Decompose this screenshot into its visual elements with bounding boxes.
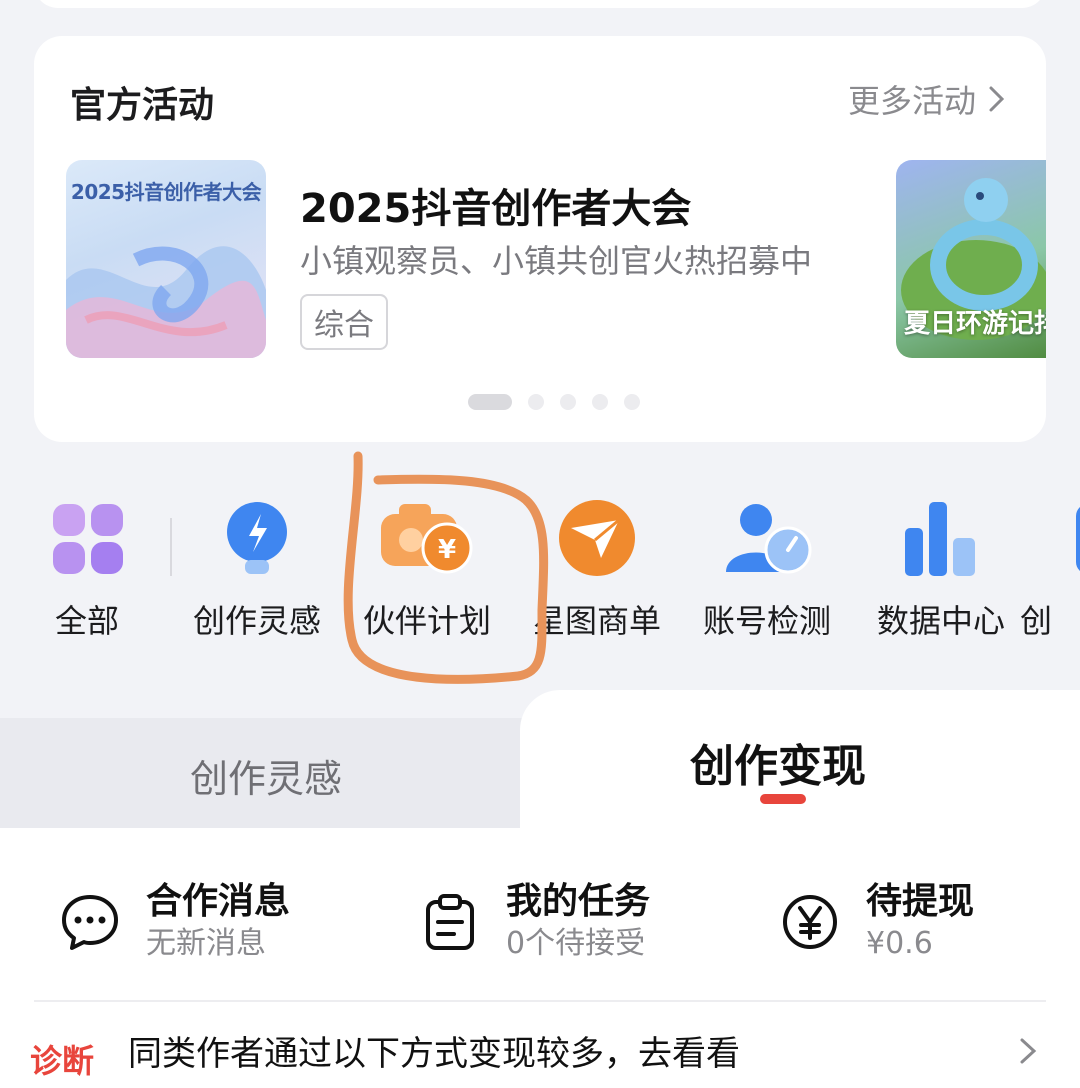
banner-subtitle: 小镇观察员、小镇共创官火热招募中	[300, 242, 813, 280]
more-activities-link[interactable]: 更多活动	[848, 76, 1006, 122]
account-check-icon	[726, 504, 812, 574]
diagnosis-tip-row[interactable]: 诊断 同类作者通过以下方式变现较多，去看看	[0, 1012, 1080, 1082]
chat-bubble-icon	[62, 895, 118, 950]
official-activities-card: 官方活动 更多活动 2025抖音创作者大会 2025抖音创作者大会 小镇观察员、…	[34, 36, 1046, 442]
banner-category-tag: 综合	[300, 294, 388, 350]
tool-creative-inspiration[interactable]: 创作灵感	[172, 498, 342, 642]
tool-data-center[interactable]: 数据中心	[856, 498, 1026, 642]
clipboard-icon	[426, 894, 474, 950]
partial-tool-icon	[1076, 507, 1080, 571]
carousel-dot[interactable]	[560, 394, 576, 410]
stat-title: 待提现	[866, 881, 975, 922]
stat-my-tasks[interactable]: 我的任务 0个待接受	[420, 880, 650, 964]
yen-circle-icon	[783, 895, 837, 949]
grid-icon	[53, 504, 123, 574]
content-tabs: 创作灵感 创作变现	[0, 690, 1080, 830]
star-map-icon	[559, 500, 635, 576]
tool-partial[interactable]: 创	[1020, 498, 1080, 642]
tool-account-check[interactable]: 账号检测	[682, 498, 852, 642]
tab-creative-inspiration[interactable]: 创作灵感	[190, 748, 342, 803]
carousel-pagination	[468, 394, 640, 410]
tool-label: 数据中心	[876, 602, 1005, 640]
carousel-dot[interactable]	[624, 394, 640, 410]
tool-label: 全部	[54, 602, 119, 640]
active-tab-indicator	[760, 794, 806, 804]
tools-divider	[170, 518, 172, 576]
stat-title: 合作消息	[146, 881, 291, 922]
previous-card-edge	[34, 0, 1046, 8]
tab-creative-monetization[interactable]: 创作变现	[690, 730, 866, 794]
stat-subtitle: ¥0.6	[866, 926, 933, 961]
next-banner-thumbnail[interactable]: 夏日环游记抖	[896, 160, 1046, 358]
next-banner-caption: 夏日环游记抖	[904, 309, 1046, 339]
tool-all[interactable]: 全部	[2, 498, 172, 642]
panel-divider	[34, 1000, 1046, 1002]
stat-pending-withdrawal[interactable]: 待提现 ¥0.6	[780, 880, 974, 964]
banner-title[interactable]: 2025抖音创作者大会	[300, 176, 691, 234]
carousel-dot[interactable]	[592, 394, 608, 410]
diagnosis-badge: 诊断	[30, 1042, 95, 1080]
tool-label: 创作灵感	[192, 602, 321, 640]
more-activities-label: 更多活动	[847, 82, 976, 120]
chevron-right-icon	[1020, 1038, 1037, 1064]
chevron-right-icon	[989, 86, 1005, 112]
monetization-panel: 合作消息 无新消息 我的任务 0个待接受 待提现 ¥0.6 诊断 同类作者通过以…	[0, 828, 1080, 1088]
lightbulb-icon	[227, 502, 287, 574]
carousel-dot[interactable]	[528, 394, 544, 410]
section-title: 官方活动	[70, 85, 215, 126]
wave-artwork-icon	[66, 246, 266, 358]
stat-title: 我的任务	[506, 881, 651, 922]
hand-drawn-circle-annotation	[343, 451, 549, 684]
stat-subtitle: 无新消息	[146, 926, 266, 961]
carousel-dot-active[interactable]	[468, 394, 512, 410]
banner-thumbnail[interactable]: 2025抖音创作者大会	[66, 160, 266, 358]
tool-label: 账号检测	[702, 602, 831, 640]
tool-label: 创	[1020, 602, 1053, 640]
bar-chart-icon	[905, 502, 975, 576]
diagnosis-tip-text: 同类作者通过以下方式变现较多，去看看	[128, 1034, 740, 1074]
stat-subtitle: 0个待接受	[506, 926, 646, 961]
stat-cooperation-messages[interactable]: 合作消息 无新消息	[60, 880, 290, 964]
